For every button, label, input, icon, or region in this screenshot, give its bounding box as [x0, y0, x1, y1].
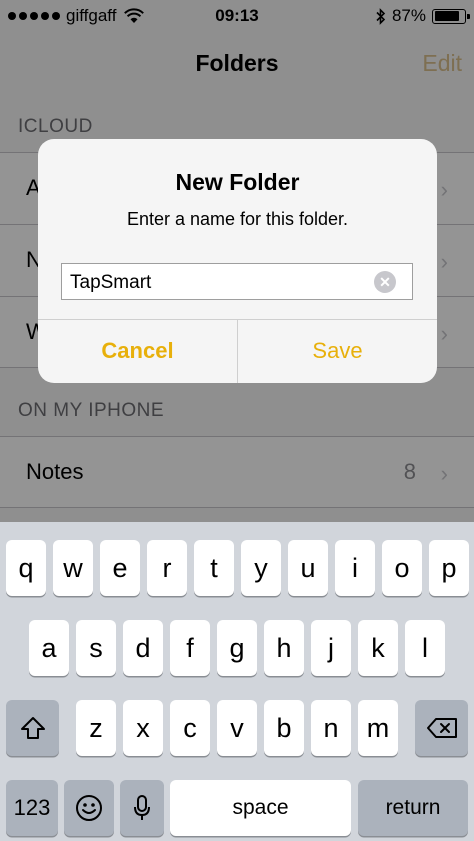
delete-key[interactable]	[415, 700, 468, 756]
key-d[interactable]: d	[123, 620, 163, 676]
key-v[interactable]: v	[217, 700, 257, 756]
key-q[interactable]: q	[6, 540, 46, 596]
save-button[interactable]: Save	[238, 319, 437, 383]
key-g[interactable]: g	[217, 620, 257, 676]
emoji-icon	[76, 795, 102, 821]
folder-name-input[interactable]: TapSmart ✕	[61, 263, 413, 300]
key-e[interactable]: e	[100, 540, 140, 596]
key-m[interactable]: m	[358, 700, 398, 756]
key-j[interactable]: j	[311, 620, 351, 676]
key-a[interactable]: a	[29, 620, 69, 676]
key-k[interactable]: k	[358, 620, 398, 676]
numbers-key[interactable]: 123	[6, 780, 58, 836]
key-t[interactable]: t	[194, 540, 234, 596]
key-s[interactable]: s	[76, 620, 116, 676]
alert-title: New Folder	[175, 169, 300, 195]
key-w[interactable]: w	[53, 540, 93, 596]
key-l[interactable]: l	[405, 620, 445, 676]
key-r[interactable]: r	[147, 540, 187, 596]
key-n[interactable]: n	[311, 700, 351, 756]
key-x[interactable]: x	[123, 700, 163, 756]
alert-message: Enter a name for this folder.	[126, 209, 349, 229]
shift-icon	[20, 717, 45, 739]
microphone-icon	[134, 795, 150, 820]
key-y[interactable]: y	[241, 540, 281, 596]
emoji-key[interactable]	[64, 780, 114, 836]
return-key[interactable]: return	[358, 780, 468, 836]
key-f[interactable]: f	[170, 620, 210, 676]
space-key[interactable]: space	[170, 780, 351, 836]
key-i[interactable]: i	[335, 540, 375, 596]
key-b[interactable]: b	[264, 700, 304, 756]
key-h[interactable]: h	[264, 620, 304, 676]
key-p[interactable]: p	[429, 540, 469, 596]
key-z[interactable]: z	[76, 700, 116, 756]
shift-key[interactable]	[6, 700, 59, 756]
keyboard: q w e r t y u i o p a s d f g h j k l z …	[0, 522, 474, 841]
folder-name-value: TapSmart	[70, 272, 152, 293]
backspace-icon	[426, 718, 457, 738]
new-folder-alert: New Folder Enter a name for this folder.…	[38, 139, 437, 383]
cancel-button[interactable]: Cancel	[38, 319, 237, 383]
clear-text-icon[interactable]: ✕	[374, 271, 396, 293]
dictation-key[interactable]	[120, 780, 164, 836]
key-u[interactable]: u	[288, 540, 328, 596]
key-o[interactable]: o	[382, 540, 422, 596]
key-c[interactable]: c	[170, 700, 210, 756]
